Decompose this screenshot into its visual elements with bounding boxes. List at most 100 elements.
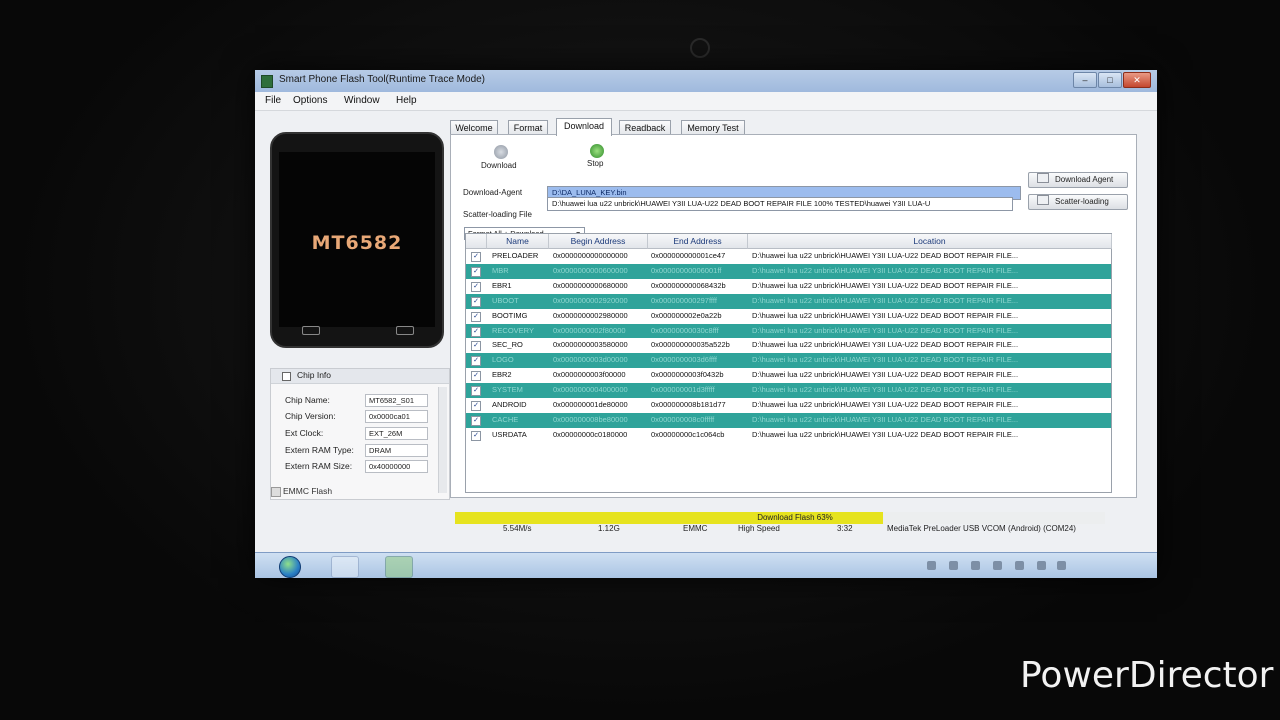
menu-key-icon (302, 326, 320, 335)
tab-welcome[interactable]: Welcome (450, 120, 498, 135)
tray-display-icon[interactable] (1037, 561, 1046, 570)
download-agent-label: Download-Agent (463, 188, 523, 197)
row-location: D:\huawei lua u22 unbrick\HUAWEI Y3II LU… (752, 414, 1019, 424)
emmc-flash-label[interactable]: EMMC Flash (283, 486, 332, 496)
scatter-file-label: Scatter-loading File (463, 210, 532, 219)
download-button-label[interactable]: Download (481, 161, 517, 170)
col-end-address: End Address (648, 234, 748, 249)
explorer-taskbar-icon[interactable] (331, 556, 359, 578)
row-name: CACHE (492, 414, 519, 424)
status-usb-speed: High Speed (738, 524, 780, 533)
tab-readback[interactable]: Readback (619, 120, 671, 135)
status-time: 3:32 (837, 524, 853, 533)
row-location: D:\huawei lua u22 unbrick\HUAWEI Y3II LU… (752, 385, 1019, 395)
table-row[interactable]: ✓ EBR2 0x0000000003f00000 0x0000000003f0432… (466, 368, 1111, 383)
stop-button-label[interactable]: Stop (587, 159, 603, 168)
back-key-icon (396, 326, 414, 335)
download-agent-button[interactable]: Download Agent (1028, 172, 1128, 188)
stop-icon[interactable] (590, 144, 604, 158)
table-row[interactable]: ✓ USRDATA 0x00000000c0180000 0x00000000c1c0… (466, 428, 1111, 443)
title-bar: Smart Phone Flash Tool(Runtime Trace Mod… (255, 70, 1157, 92)
row-checkbox[interactable]: ✓ (471, 296, 481, 307)
tab-memory-test[interactable]: Memory Test (681, 120, 745, 135)
table-row[interactable]: ✓ BOOTIMG 0x0000000002980000 0x000000002e0a… (466, 309, 1111, 324)
header-checkbox[interactable] (466, 234, 487, 249)
row-checkbox[interactable]: ✓ (471, 356, 481, 367)
row-checkbox[interactable]: ✓ (471, 311, 481, 322)
tab-format[interactable]: Format (508, 120, 548, 135)
row-location: D:\huawei lua u22 unbrick\HUAWEI Y3II LU… (752, 295, 1019, 305)
menu-options[interactable]: Options (293, 95, 327, 106)
table-row[interactable]: ✓ MBR 0x0000000000600000 0x00000000006001ff… (466, 263, 1111, 279)
ram-type-value: DRAM (365, 444, 428, 457)
collapse-icon[interactable] (282, 372, 291, 381)
row-checkbox[interactable]: ✓ (471, 266, 481, 277)
row-checkbox[interactable]: ✓ (471, 430, 481, 441)
scatter-file-field[interactable]: D:\huawei lua u22 unbrick\HUAWEI Y3II LU… (547, 197, 1013, 211)
tray-shield-icon[interactable] (993, 561, 1002, 570)
row-name: SEC_RO (492, 340, 523, 350)
maximize-button[interactable]: □ (1098, 72, 1122, 88)
table-row[interactable]: ✓ EBR1 0x0000000000680000 0x000000000068432… (466, 279, 1111, 294)
menu-window[interactable]: Window (344, 95, 380, 106)
minimize-button[interactable]: – (1073, 72, 1097, 88)
menu-help[interactable]: Help (396, 95, 417, 106)
chip-info-panel: Chip Info Chip Name: MT6582_S01 Chip Ver… (270, 368, 450, 500)
row-begin-address: 0x0000000000600000 (553, 265, 628, 275)
flash-tool-taskbar-icon[interactable] (385, 556, 413, 578)
close-button[interactable]: ✕ (1123, 72, 1151, 88)
row-checkbox[interactable]: ✓ (471, 371, 481, 382)
status-speed: 5.54M/s (503, 524, 532, 533)
row-checkbox[interactable]: ✓ (471, 415, 481, 426)
table-row[interactable]: ✓ CACHE 0x000000008be80000 0x000000008c0fff… (466, 412, 1111, 428)
row-checkbox[interactable]: ✓ (471, 401, 481, 411)
row-begin-address: 0x0000000004000000 (553, 385, 628, 395)
row-checkbox[interactable]: ✓ (471, 386, 481, 397)
row-end-address: 0x00000000006001ff (651, 265, 722, 275)
table-row[interactable]: ✓ ANDROID 0x000000001de80000 0x000000008b18… (466, 398, 1111, 413)
table-row[interactable]: ✓ PRELOADER 0x0000000000000000 0x0000000000… (466, 249, 1111, 264)
tray-usb-icon[interactable] (971, 561, 980, 570)
row-checkbox[interactable]: ✓ (471, 326, 481, 337)
menu-file[interactable]: File (265, 95, 281, 106)
table-row[interactable]: ✓ UBOOT 0x0000000002920000 0x000000000297ff… (466, 293, 1111, 309)
status-size: 1.12G (598, 524, 620, 533)
row-checkbox[interactable]: ✓ (471, 341, 481, 352)
row-name: USRDATA (492, 429, 527, 439)
tray-flag-icon[interactable] (927, 561, 936, 570)
folder-icon (1037, 195, 1049, 205)
webcam (690, 38, 710, 58)
row-end-address: 0x000000001d3fffff (651, 385, 715, 395)
tray-volume-icon[interactable] (1057, 561, 1066, 570)
download-agent-button-label: Download Agent (1055, 175, 1114, 184)
tab-download[interactable]: Download (556, 118, 612, 136)
download-arrow-icon[interactable] (494, 145, 508, 159)
row-end-address: 0x000000000297ffff (651, 295, 717, 305)
row-end-address: 0x000000000001ce47 (651, 251, 726, 260)
row-end-address: 0x000000008c0fffff (651, 414, 715, 424)
chip-name-label: Chip Name: (285, 395, 330, 405)
ext-clock-label: Ext Clock: (285, 428, 324, 438)
row-name: RECOVERY (492, 325, 534, 335)
chip-info-header[interactable]: Chip Info (271, 369, 449, 384)
row-end-address: 0x000000008b181d77 (651, 400, 726, 409)
row-location: D:\huawei lua u22 unbrick\HUAWEI Y3II LU… (752, 400, 1019, 409)
row-name: ANDROID (492, 400, 527, 409)
row-checkbox[interactable]: ✓ (471, 281, 481, 292)
row-checkbox[interactable]: ✓ (471, 252, 481, 262)
start-button-icon[interactable] (279, 556, 301, 578)
table-row[interactable]: ✓ RECOVERY 0x0000000002f80000 0x00000000030… (466, 323, 1111, 339)
row-location: D:\huawei lua u22 unbrick\HUAWEI Y3II LU… (752, 251, 1019, 260)
laptop-screen: Smart Phone Flash Tool(Runtime Trace Mod… (255, 70, 1157, 578)
table-row[interactable]: ✓ SYSTEM 0x0000000004000000 0x000000001d3ff… (466, 383, 1111, 398)
table-row[interactable]: ✓ LOGO 0x0000000003d00000 0x0000000003d6fff… (466, 353, 1111, 369)
scatter-loading-button[interactable]: Scatter-loading (1028, 194, 1128, 210)
taskbar (255, 552, 1157, 578)
tray-app-icon[interactable] (1015, 561, 1024, 570)
powerdirector-watermark: PowerDirector (1020, 655, 1274, 696)
row-begin-address: 0x0000000002980000 (553, 310, 628, 320)
row-name: LOGO (492, 355, 514, 365)
table-row[interactable]: ✓ SEC_RO 0x0000000003580000 0x000000000035a… (466, 338, 1111, 353)
chip-info-scrollbar[interactable] (438, 387, 447, 493)
tray-network-icon[interactable] (949, 561, 958, 570)
